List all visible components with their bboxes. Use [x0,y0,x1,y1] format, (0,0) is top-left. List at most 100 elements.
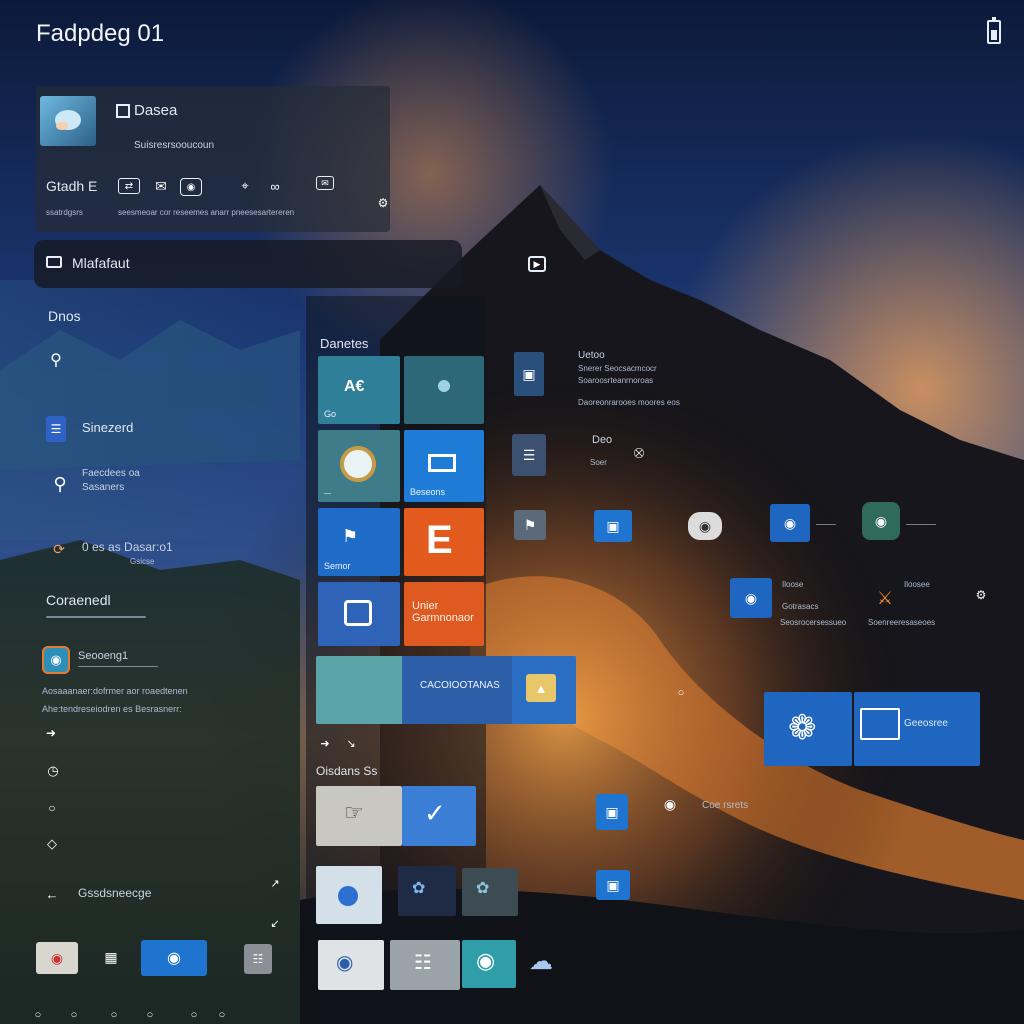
flow-icon-3[interactable]: ▣ [596,870,630,900]
arrow-icon[interactable]: ➜ [44,726,58,740]
shrink-icon[interactable]: ↙ [268,916,282,930]
card1-icon[interactable]: ◉ [730,578,772,618]
tile-16[interactable]: ◉ [462,940,516,988]
video-icon[interactable]: ▶ [528,256,546,272]
tile-15-icon: ☷ [414,952,432,974]
right-tile-globe[interactable]: ❁ [764,692,852,766]
taskbar-icon-4[interactable]: ○ [140,1008,160,1022]
row-icon-1[interactable]: ⚑ [514,510,546,540]
taskbar-icon-1[interactable]: ○ [28,1008,48,1022]
row-divider-1 [816,524,836,525]
left-app-line1: Aosaaanaer:dofrmer aor roaedtenen [42,686,188,696]
right-blue-wide-label: Geeosree [904,718,948,729]
chat-icon[interactable]: ✉ [150,178,172,194]
tile-6[interactable]: E [404,508,484,576]
taskbar-photos-icon[interactable]: ◉ [36,942,78,974]
row-icon-2[interactable]: ▣ [594,510,632,542]
taskbar-files-icon[interactable]: ☷ [244,944,272,974]
start-group-title: Danetes [320,336,369,351]
card2-settings-icon[interactable]: ⚙ [974,588,988,602]
tile-wide-icon: ▲ [526,674,556,702]
taskbar-icon-2[interactable]: ○ [64,1008,84,1022]
unpin-small-icon[interactable]: ↘ [344,736,358,750]
settings-icon[interactable]: ⚙ [376,196,390,210]
row-icon-4[interactable]: ◉ [770,504,810,542]
profile-avatar[interactable] [40,96,96,146]
pin-icon[interactable]: ⌖ [236,178,254,194]
app-icon[interactable]: ◉ [42,646,70,674]
flow-icon-2[interactable]: ◉ [660,794,680,814]
tile-9-icon: ☞ [344,800,364,825]
right-tile-wide[interactable]: Geeosree [854,692,980,766]
diamond-icon[interactable]: ◇ [44,836,60,852]
camera-icon[interactable]: ◉ [180,178,202,196]
bell-icon[interactable]: ○ [44,800,60,816]
left-app-line2: Ahe:tendreseiodren es Besrasnerr: [42,704,182,714]
right-info1-title: Uetoo [578,350,605,361]
left-item-recent-sub: Sasaners [82,482,125,493]
left-section-title: Dnos [48,308,81,324]
ghost-icon[interactable]: ☁ [520,946,562,976]
back-icon[interactable]: ← [44,886,60,902]
tile-11-icon [338,886,358,906]
tile-15[interactable]: ☷ [390,940,460,990]
row-icon-3[interactable]: ◉ [688,512,722,540]
tile-7-icon [344,600,372,626]
tile-3[interactable]: — [318,430,400,502]
location-icon[interactable]: ⚲ [48,350,64,370]
left-footer-label[interactable]: Gssdsneecge [78,886,151,900]
document-icon[interactable]: ☰ [46,416,66,442]
taskbar-icon-6[interactable]: ○ [212,1008,232,1022]
mail-icon[interactable]: ✉ [316,176,334,190]
left-app-title[interactable]: Seooeng1 [78,650,128,662]
share-icon[interactable]: ⇄ [118,178,140,194]
tile-9[interactable]: ☞ [316,786,402,846]
tile-13[interactable]: ✿ [462,868,518,916]
tile-14[interactable]: ◉ [318,940,384,990]
tile-14-icon: ◉ [336,952,354,974]
tile-1-label: Go [324,409,337,419]
header-row-label: Gtadh E [46,178,98,194]
card2-icon[interactable]: ⚔ [872,584,898,612]
tile-12[interactable]: ✿ [398,866,456,916]
left-item-hist-title[interactable]: 0 es as Dasar:o1 [82,540,173,554]
tile-4-icon [428,454,456,472]
globe-icon: ❁ [788,709,817,747]
tile-2[interactable] [404,356,484,424]
clock-icon[interactable]: ◷ [44,762,62,780]
notes-icon[interactable]: ☰ [512,434,546,476]
tile-4[interactable]: Beseons [404,430,484,502]
right-info1-line1: Snerer Seocsacmcocr [578,364,657,373]
tile-8[interactable]: Unier Garmnonaor [404,582,484,646]
history-icon[interactable]: ⟳ [48,540,70,558]
tile-12-icon: ✿ [412,880,426,897]
tile-wide[interactable]: ▲ CACOIOOTANAS [316,656,576,724]
link-icon[interactable]: ∞ [266,178,284,194]
pin-small-icon[interactable]: ➜ [318,736,332,750]
taskbar-icon-3[interactable]: ○ [104,1008,124,1022]
tile-4-label: Beseons [410,487,446,497]
taskbar-browser-icon[interactable]: ◉ [141,940,207,976]
small-dot-icon[interactable]: ○ [674,686,688,700]
tile-6-glyph: E [426,518,453,562]
right-card1-line2: Seosrocersessueo [780,618,847,627]
tile-10[interactable]: ✓ [402,786,476,846]
tile-11[interactable] [316,866,382,924]
expand-icon[interactable]: ↗ [268,876,282,890]
tile-1-glyph: A€ [344,378,365,395]
tile-5[interactable]: ⚑ Semor [318,508,400,576]
flow-icon-1[interactable]: ▣ [596,794,628,830]
taskbar-store-icon[interactable]: ▦ [98,942,124,972]
taskbar-icon-5[interactable]: ○ [184,1008,204,1022]
row-icon-5[interactable]: ◉ [862,502,900,540]
left-item-recent-title[interactable]: Faecdees oa [82,468,140,479]
battery-icon[interactable] [987,17,1001,44]
clip-icon[interactable]: ⛒ [632,446,646,460]
tile-7[interactable] [318,582,400,646]
calendar-icon[interactable]: ▣ [514,352,544,396]
start-group-title-2: Oisdans Ss [316,764,378,778]
left-item-search[interactable]: Sinezerd [82,420,133,435]
tile-1[interactable]: A€ Go [318,356,400,424]
right-card1-line1: Gotrasacs [782,602,819,611]
magnifier-icon[interactable]: ⚲ [48,472,72,496]
